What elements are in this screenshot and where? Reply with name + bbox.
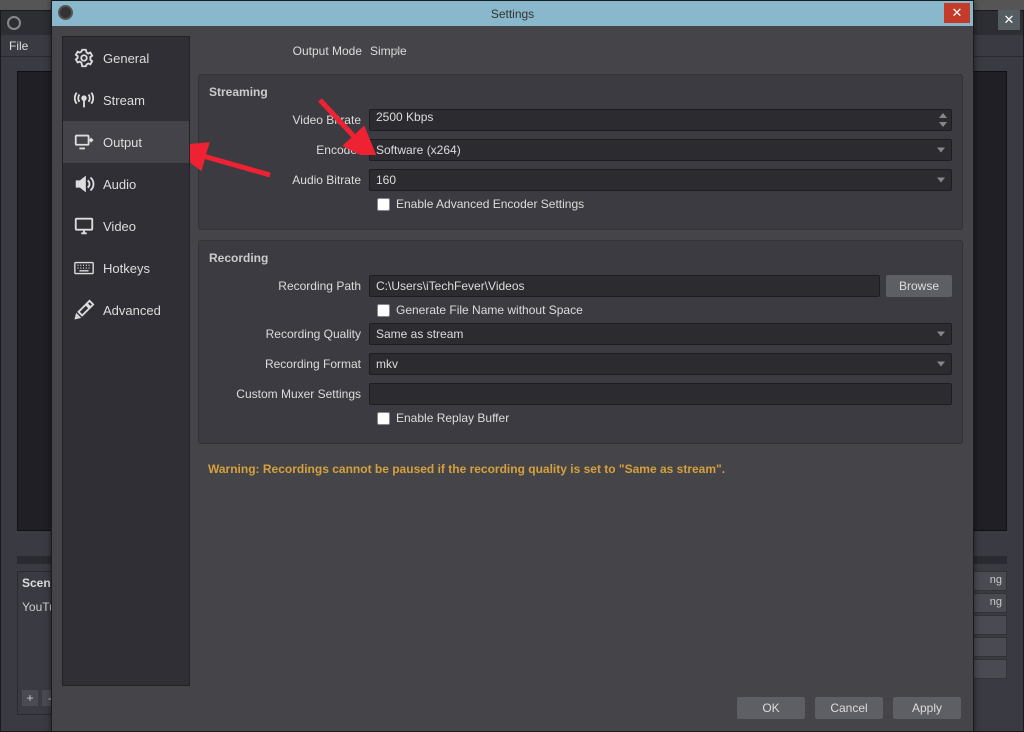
- sidebar-item-label: General: [103, 51, 149, 66]
- tools-icon: [73, 299, 95, 321]
- combo-value: Software (x264): [376, 143, 461, 157]
- sidebar-item-output[interactable]: Output: [63, 121, 189, 163]
- replay-buffer-label: Enable Replay Buffer: [396, 411, 509, 425]
- muxer-label: Custom Muxer Settings: [209, 387, 369, 401]
- antenna-icon: [73, 89, 95, 111]
- advanced-encoder-label: Enable Advanced Encoder Settings: [396, 197, 584, 211]
- combo-value: mkv: [376, 357, 398, 371]
- browse-button[interactable]: Browse: [886, 275, 952, 297]
- filename-nospace-label: Generate File Name without Space: [396, 303, 583, 317]
- recording-path-input[interactable]: [369, 275, 880, 297]
- spin-value: 2500 Kbps: [376, 110, 433, 124]
- output-mode-label: Output Mode: [198, 44, 370, 58]
- sidebar-item-advanced[interactable]: Advanced: [63, 289, 189, 331]
- main-close-button[interactable]: ✕: [998, 10, 1020, 30]
- speaker-icon: [73, 173, 95, 195]
- replay-buffer-checkbox[interactable]: [377, 412, 390, 425]
- streaming-group: Streaming Video Bitrate 2500 Kbps Encode…: [198, 74, 963, 230]
- recording-quality-combo[interactable]: Same as stream: [369, 323, 952, 345]
- recording-path-label: Recording Path: [209, 279, 369, 293]
- encoder-label: Encoder: [209, 143, 369, 157]
- monitor-icon: [73, 215, 95, 237]
- encoder-combo[interactable]: Software (x264): [369, 139, 952, 161]
- settings-dialog: Settings ✕ General Stream Output: [51, 0, 974, 732]
- settings-sidebar: General Stream Output Audio: [62, 36, 190, 686]
- group-title: Recording: [209, 251, 952, 265]
- apply-button[interactable]: Apply: [893, 697, 961, 719]
- output-mode-row: Output Mode Simple: [198, 36, 963, 66]
- sidebar-item-video[interactable]: Video: [63, 205, 189, 247]
- menu-file[interactable]: File: [9, 39, 28, 53]
- obs-icon: [7, 16, 21, 30]
- combo-value: Same as stream: [376, 327, 463, 341]
- dialog-titlebar[interactable]: Settings ✕: [52, 1, 973, 26]
- recording-format-combo[interactable]: mkv: [369, 353, 952, 375]
- audio-bitrate-label: Audio Bitrate: [209, 173, 369, 187]
- recording-format-label: Recording Format: [209, 357, 369, 371]
- audio-bitrate-combo[interactable]: 160: [369, 169, 952, 191]
- advanced-encoder-checkbox[interactable]: [377, 198, 390, 211]
- sidebar-item-label: Hotkeys: [103, 261, 150, 276]
- add-scene-button[interactable]: +: [22, 690, 38, 706]
- dialog-title: Settings: [491, 7, 534, 21]
- dialog-footer: OK Cancel Apply: [52, 689, 973, 731]
- output-icon: [73, 131, 95, 153]
- sidebar-item-label: Video: [103, 219, 136, 234]
- sidebar-item-audio[interactable]: Audio: [63, 163, 189, 205]
- dialog-body: General Stream Output Audio: [52, 26, 973, 689]
- sidebar-item-stream[interactable]: Stream: [63, 79, 189, 121]
- sidebar-item-label: Audio: [103, 177, 136, 192]
- warning-text: Warning: Recordings cannot be paused if …: [198, 454, 963, 476]
- ok-button[interactable]: OK: [737, 697, 805, 719]
- sidebar-item-general[interactable]: General: [63, 37, 189, 79]
- combo-value: 160: [376, 173, 396, 187]
- output-mode-combo[interactable]: Simple: [370, 44, 407, 58]
- cancel-button[interactable]: Cancel: [815, 697, 883, 719]
- keyboard-icon: [73, 257, 95, 279]
- filename-nospace-checkbox[interactable]: [377, 304, 390, 317]
- combo-value: Simple: [370, 44, 407, 58]
- sidebar-item-label: Advanced: [103, 303, 161, 318]
- group-title: Streaming: [209, 85, 952, 99]
- video-bitrate-input[interactable]: 2500 Kbps: [369, 109, 952, 131]
- sidebar-item-label: Stream: [103, 93, 145, 108]
- recording-quality-label: Recording Quality: [209, 327, 369, 341]
- settings-content: Output Mode Simple Streaming Video Bitra…: [190, 36, 963, 689]
- close-button[interactable]: ✕: [944, 3, 970, 23]
- obs-icon: [58, 5, 73, 20]
- sidebar-item-hotkeys[interactable]: Hotkeys: [63, 247, 189, 289]
- recording-group: Recording Recording Path Browse Generate…: [198, 240, 963, 444]
- gear-icon: [73, 47, 95, 69]
- muxer-input[interactable]: [369, 383, 952, 405]
- video-bitrate-label: Video Bitrate: [209, 113, 369, 127]
- sidebar-item-label: Output: [103, 135, 142, 150]
